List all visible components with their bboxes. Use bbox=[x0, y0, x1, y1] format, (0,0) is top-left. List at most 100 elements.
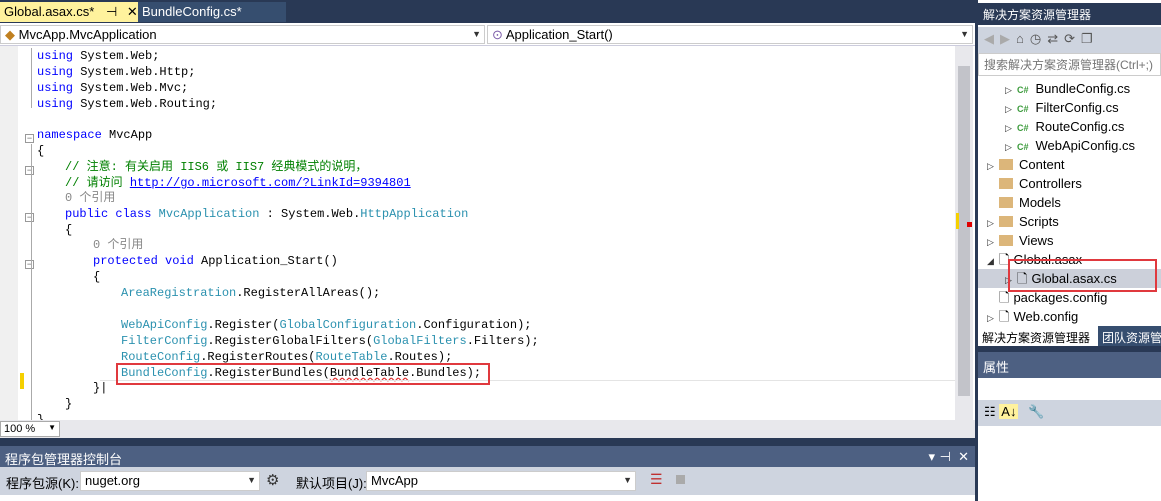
home-icon[interactable]: ⌂ bbox=[1016, 31, 1030, 46]
code-line: protected void Application_Start() bbox=[93, 254, 338, 268]
member-combo[interactable]: ⊙ Application_Start() ▼ bbox=[487, 25, 973, 44]
sync-icon[interactable]: ⇄ bbox=[1047, 31, 1064, 46]
console-toolbar: 程序包源(K): nuget.org ▼ ⚙ 默认项目(J): MvcApp ▼ ☰ bbox=[0, 467, 975, 495]
tab-global-asax-cs[interactable]: Global.asax.cs* ⊣ ✕ bbox=[0, 2, 138, 22]
code-line: using System.Web.Routing; bbox=[37, 97, 218, 111]
file-icon: 🗋 bbox=[999, 290, 1010, 305]
tree-item[interactable]: ▷ C# BundleConfig.cs bbox=[1005, 79, 1130, 98]
reference-count[interactable]: 0 个引用 bbox=[93, 237, 143, 253]
code-line: using System.Web; bbox=[37, 49, 160, 63]
close-icon[interactable]: ✕ bbox=[127, 4, 138, 19]
folder-icon bbox=[999, 216, 1013, 227]
folder-icon bbox=[999, 197, 1013, 208]
code-editor[interactable]: − − − − using System.Web; using System.W… bbox=[0, 46, 975, 420]
code-comment: // 请访问 http://go.microsoft.com/?LinkId=9… bbox=[65, 176, 411, 190]
tree-item[interactable]: ▷ C# RouteConfig.cs bbox=[1005, 117, 1124, 136]
tab-label: BundleConfig.cs* bbox=[142, 4, 242, 19]
solution-explorer: 解决方案资源管理器 ◀▶⌂◷⇄⟳❐ ▷C#BundleConfig.cs▷C#F… bbox=[978, 0, 1161, 501]
collapse-all-icon[interactable]: ❐ bbox=[1081, 31, 1099, 46]
tree-item-label: Web.config bbox=[1013, 309, 1079, 324]
tree-item[interactable]: ▷ C# WebApiConfig.cs bbox=[1005, 136, 1135, 155]
alphabetical-icon[interactable]: A↓ bbox=[999, 404, 1019, 419]
csharp-file-icon: C# bbox=[1017, 104, 1029, 114]
settings-icon[interactable]: ⚙ bbox=[266, 471, 279, 489]
tab-solution-explorer[interactable]: 解决方案资源管理器 bbox=[978, 326, 1098, 346]
close-icon[interactable]: ✕ bbox=[958, 449, 969, 465]
tree-item[interactable]: ▷ 🗋 Web.config bbox=[987, 307, 1078, 326]
clear-console-icon[interactable]: ☰ bbox=[650, 471, 663, 488]
csharp-file-icon: C# bbox=[1017, 85, 1029, 95]
property-pages-icon[interactable]: 🔧 bbox=[1028, 404, 1044, 419]
tree-item[interactable]: Controllers bbox=[987, 174, 1082, 193]
scrollbar-thumb[interactable] bbox=[958, 66, 970, 396]
stop-icon[interactable] bbox=[676, 475, 685, 484]
console-title-bar: 程序包管理器控制台 ▾ ⊣ ✕ bbox=[0, 446, 975, 468]
chevron-down-icon: ▼ bbox=[472, 29, 481, 39]
collapse-icon[interactable]: − bbox=[25, 166, 34, 175]
tree-item[interactable]: ▷ C# FilterConfig.cs bbox=[1005, 98, 1119, 117]
solution-explorer-toolbar: ◀▶⌂◷⇄⟳❐ bbox=[978, 27, 1161, 53]
class-icon: ◆ bbox=[5, 27, 15, 42]
folder-icon bbox=[999, 178, 1013, 189]
chevron-down-icon: ▼ bbox=[960, 29, 969, 39]
tree-item-label: BundleConfig.cs bbox=[1035, 81, 1131, 96]
history-icon[interactable]: ◷ bbox=[1030, 31, 1047, 46]
file-icon: 🗋 bbox=[999, 309, 1010, 324]
default-project-label: 默认项目(J): bbox=[296, 476, 367, 491]
tree-item-label: RouteConfig.cs bbox=[1035, 119, 1125, 134]
collapse-icon[interactable]: − bbox=[25, 260, 34, 269]
folder-icon bbox=[999, 235, 1013, 246]
tree-item-label: Models bbox=[1019, 195, 1061, 210]
pin-icon[interactable]: ⊣ bbox=[106, 4, 117, 19]
folder-icon bbox=[999, 159, 1013, 170]
back-icon[interactable]: ◀ bbox=[984, 31, 1000, 46]
tree-item-label: Scripts bbox=[1019, 214, 1059, 229]
refresh-icon[interactable]: ⟳ bbox=[1064, 31, 1081, 46]
zoom-combo[interactable]: 100 % ▼ bbox=[0, 421, 60, 437]
highlight-box bbox=[1008, 259, 1157, 292]
tree-item-label: FilterConfig.cs bbox=[1035, 100, 1119, 115]
tab-bundleconfig-cs[interactable]: BundleConfig.cs* bbox=[138, 2, 286, 22]
pin-icon[interactable]: ⊣ bbox=[940, 449, 951, 465]
tree-item[interactable]: ▷ Content bbox=[987, 155, 1065, 174]
zoom-value: 100 % bbox=[4, 423, 36, 435]
code-line: { bbox=[37, 144, 45, 158]
solution-search-input[interactable] bbox=[978, 53, 1161, 76]
code-line: using System.Web.Mvc; bbox=[37, 81, 189, 95]
member-combo-value: Application_Start() bbox=[505, 27, 613, 42]
tree-item[interactable]: Models bbox=[987, 193, 1061, 212]
navigation-bar: ◆ MvcApp.MvcApplication ▼ ⊙ Application_… bbox=[0, 23, 975, 46]
forward-icon[interactable]: ▶ bbox=[1000, 31, 1016, 46]
package-source-combo[interactable]: nuget.org ▼ bbox=[80, 471, 260, 491]
code-line: namespace MvcApp bbox=[37, 128, 153, 142]
console-output[interactable] bbox=[0, 495, 975, 501]
properties-toolbar: ☷ A↓ 🔧 bbox=[978, 400, 1161, 426]
reference-count[interactable]: 0 个引用 bbox=[65, 190, 115, 206]
highlight-box bbox=[116, 363, 490, 385]
code-line: FilterConfig.RegisterGlobalFilters(Globa… bbox=[121, 334, 539, 348]
code-line: public class MvcApplication : System.Web… bbox=[65, 207, 469, 221]
link[interactable]: http://go.microsoft.com/?LinkId=9394801 bbox=[130, 176, 411, 190]
categorized-icon[interactable]: ☷ bbox=[984, 404, 996, 419]
default-project-combo[interactable]: MvcApp ▼ bbox=[366, 471, 636, 491]
tree-item-label: packages.config bbox=[1013, 290, 1108, 305]
gutter bbox=[0, 46, 18, 420]
vertical-scrollbar[interactable] bbox=[955, 46, 973, 420]
tree-item[interactable]: ▷ Scripts bbox=[987, 212, 1059, 231]
package-source-label: 程序包源(K): bbox=[6, 476, 79, 491]
console-title: 程序包管理器控制台 bbox=[5, 452, 123, 467]
tab-team-explorer[interactable]: 团队资源管理器 bbox=[1098, 326, 1161, 346]
csharp-file-icon: C# bbox=[1017, 142, 1029, 152]
dropdown-icon[interactable]: ▾ bbox=[928, 449, 935, 465]
class-combo[interactable]: ◆ MvcApp.MvcApplication ▼ bbox=[0, 25, 485, 44]
code-line: { bbox=[93, 270, 101, 284]
tree-item[interactable]: ▷ Views bbox=[987, 231, 1053, 250]
tab-label: Global.asax.cs* bbox=[4, 4, 95, 19]
code-line: WebApiConfig.Register(GlobalConfiguratio… bbox=[121, 318, 532, 332]
method-icon: ⊙ bbox=[492, 27, 503, 42]
collapse-icon[interactable]: − bbox=[25, 213, 34, 222]
class-combo-value: MvcApp.MvcApplication bbox=[18, 27, 157, 42]
collapse-icon[interactable]: − bbox=[25, 134, 34, 143]
tree-item-label: Controllers bbox=[1019, 176, 1082, 191]
code-comment: // 注意: 有关启用 IIS6 或 IIS7 经典模式的说明， bbox=[65, 160, 368, 174]
